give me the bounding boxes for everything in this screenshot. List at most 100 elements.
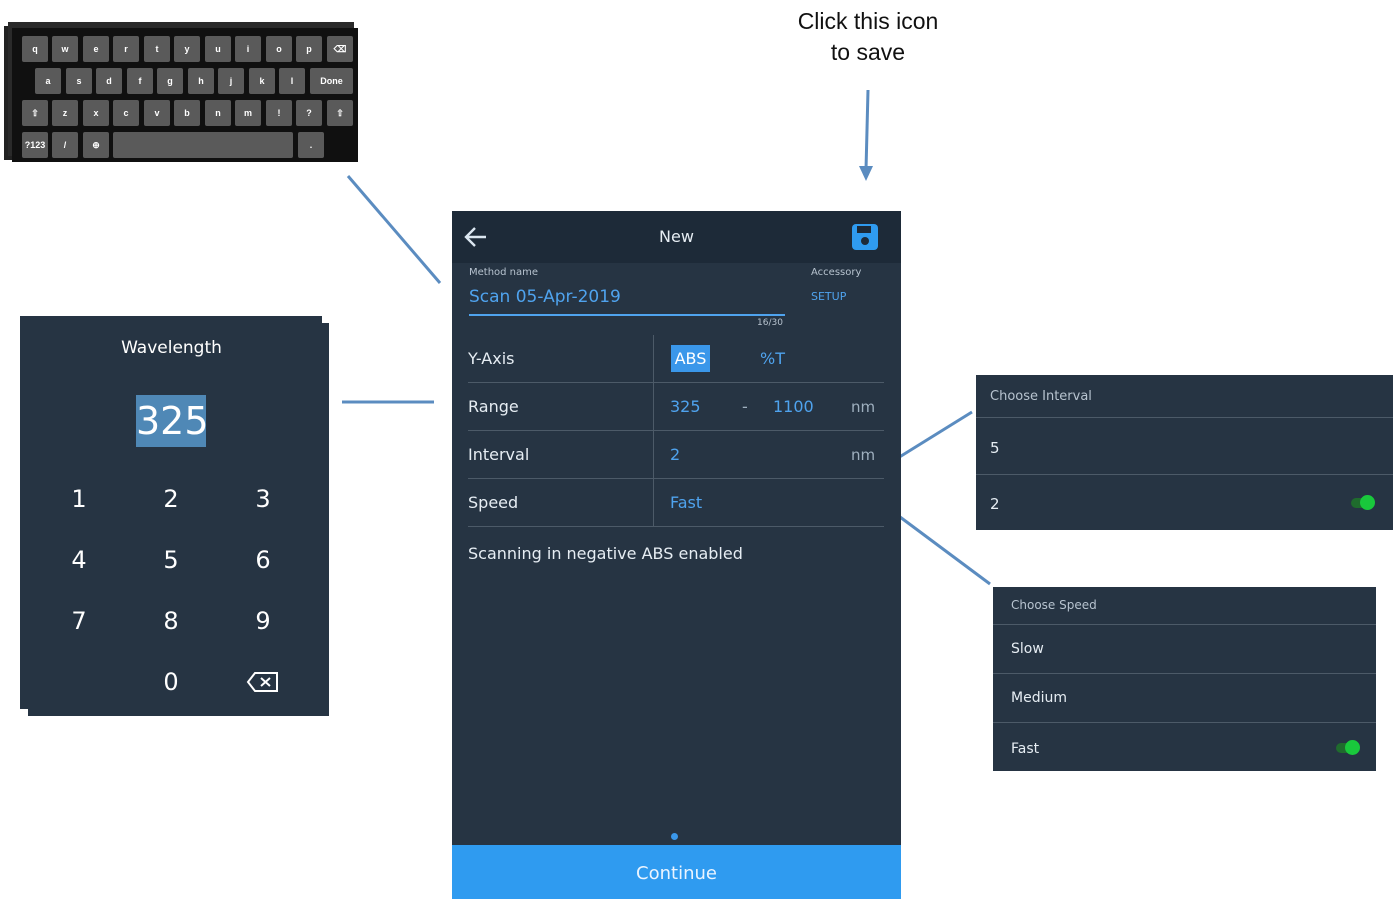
speed-value[interactable]: Fast: [670, 493, 702, 512]
selected-toggle-icon[interactable]: [1351, 495, 1375, 510]
numpad-key[interactable]: 2: [141, 477, 201, 521]
key[interactable]: y: [174, 36, 200, 62]
numpad-key[interactable]: 0: [141, 660, 201, 704]
key[interactable]: o: [266, 36, 292, 62]
accessory-label: Accessory: [811, 267, 862, 278]
range-end-field[interactable]: 1100: [773, 397, 814, 416]
key[interactable]: u: [205, 36, 231, 62]
key[interactable]: /: [52, 132, 78, 158]
choose-speed-dialog: Choose Speed Slow Medium Fast: [993, 587, 1376, 771]
numpad-key[interactable]: 5: [141, 538, 201, 582]
numpad-title: Wavelength: [121, 338, 222, 358]
column-divider: [653, 383, 654, 431]
speed-row[interactable]: Speed Fast: [468, 479, 884, 527]
interval-option-5[interactable]: 5: [976, 417, 1393, 474]
option-label: Slow: [1011, 641, 1044, 657]
range-row: Range 325 - 1100 nm: [468, 383, 884, 431]
key[interactable]: q: [22, 36, 48, 62]
key[interactable]: .: [298, 132, 324, 158]
option-label: 5: [990, 439, 1000, 457]
range-unit: nm: [851, 398, 876, 416]
key[interactable]: l: [279, 68, 305, 94]
key[interactable]: z: [52, 100, 78, 126]
globe-key[interactable]: ⊕: [83, 132, 109, 158]
option-label: 2: [990, 495, 1000, 513]
method-name-underline: [469, 314, 785, 316]
percent-t-option[interactable]: %T: [760, 349, 785, 368]
abs-option[interactable]: ABS: [671, 345, 710, 372]
key[interactable]: g: [157, 68, 183, 94]
key[interactable]: v: [144, 100, 170, 126]
range-start-field[interactable]: 325: [670, 397, 701, 416]
dialog-title: Choose Speed: [1011, 598, 1097, 612]
key[interactable]: e: [83, 36, 109, 62]
wavelength-value[interactable]: 325: [136, 395, 209, 447]
method-name-input[interactable]: Scan 05-Apr-2019: [469, 287, 621, 307]
numpad-key[interactable]: 7: [49, 599, 109, 643]
floppy-disk-icon[interactable]: [851, 223, 879, 251]
character-counter: 16/30: [757, 318, 783, 328]
numpad-key[interactable]: 1: [49, 477, 109, 521]
key[interactable]: r: [113, 36, 139, 62]
interval-label: Interval: [468, 445, 530, 464]
key[interactable]: c: [113, 100, 139, 126]
speed-option-slow[interactable]: Slow: [993, 624, 1376, 674]
key[interactable]: n: [205, 100, 231, 126]
key[interactable]: x: [83, 100, 109, 126]
key[interactable]: ?: [296, 100, 322, 126]
key[interactable]: s: [66, 68, 92, 94]
numpad-key[interactable]: 9: [233, 599, 293, 643]
yaxis-label: Y-Axis: [468, 349, 515, 368]
key[interactable]: d: [96, 68, 122, 94]
numpad-key[interactable]: 4: [49, 538, 109, 582]
save-callout: Click this icon to save: [760, 6, 976, 68]
shift-key[interactable]: ⇧: [22, 100, 48, 126]
key[interactable]: !: [266, 100, 292, 126]
numpad-key[interactable]: 3: [233, 477, 293, 521]
key[interactable]: a: [35, 68, 61, 94]
screen-title: New: [659, 227, 694, 246]
numpad-key[interactable]: 8: [141, 599, 201, 643]
yaxis-row: Y-Axis ABS %T: [468, 335, 884, 383]
negative-abs-setting[interactable]: Scanning in negative ABS enabled: [468, 544, 743, 563]
key[interactable]: k: [249, 68, 275, 94]
interval-value[interactable]: 2: [670, 445, 680, 464]
key[interactable]: w: [52, 36, 78, 62]
symbols-key[interactable]: ?123: [22, 132, 48, 158]
method-name-label: Method name: [469, 267, 539, 278]
speed-option-medium[interactable]: Medium: [993, 673, 1376, 723]
wavelength-numpad: Wavelength 325 1 2 3 4 5 6 7 8 9 0: [28, 323, 329, 716]
key[interactable]: b: [174, 100, 200, 126]
shift-key[interactable]: ⇧: [327, 100, 353, 126]
callout-line-1: Click this icon: [797, 8, 939, 34]
interval-row[interactable]: Interval 2 nm: [468, 431, 884, 479]
key[interactable]: j: [218, 68, 244, 94]
interval-unit: nm: [851, 446, 876, 464]
key[interactable]: m: [235, 100, 261, 126]
key[interactable]: p: [296, 36, 322, 62]
column-divider: [653, 335, 654, 383]
page-indicator-dot: [671, 833, 678, 840]
dialog-title: Choose Interval: [990, 389, 1092, 404]
accessory-setup-link[interactable]: SETUP: [811, 290, 846, 303]
speed-option-fast[interactable]: Fast: [993, 722, 1376, 772]
range-label: Range: [468, 397, 519, 416]
key[interactable]: t: [144, 36, 170, 62]
key[interactable]: f: [127, 68, 153, 94]
continue-button[interactable]: Continue: [452, 845, 901, 899]
selected-toggle-icon[interactable]: [1336, 740, 1360, 755]
column-divider: [653, 431, 654, 479]
done-key[interactable]: Done: [310, 68, 353, 94]
numpad-backspace-icon[interactable]: [233, 660, 293, 704]
numpad-key[interactable]: 6: [233, 538, 293, 582]
option-label: Medium: [1011, 690, 1067, 706]
interval-option-2[interactable]: 2: [976, 474, 1393, 531]
choose-interval-dialog: Choose Interval 5 2: [976, 375, 1393, 530]
backspace-key[interactable]: ⌫: [327, 36, 353, 62]
key[interactable]: h: [188, 68, 214, 94]
column-divider: [653, 479, 654, 527]
option-label: Fast: [1011, 741, 1040, 757]
top-bar: New: [452, 211, 901, 263]
key[interactable]: i: [235, 36, 261, 62]
space-key[interactable]: [113, 132, 293, 158]
